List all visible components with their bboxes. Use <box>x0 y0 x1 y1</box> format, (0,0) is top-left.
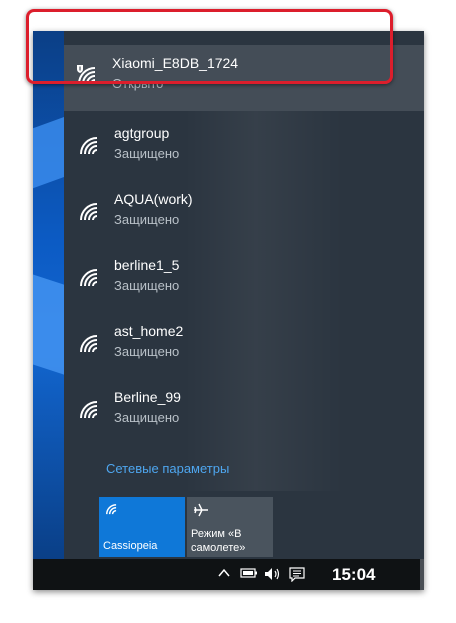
chevron-up-icon[interactable] <box>218 567 230 579</box>
network-name: berline1_5 <box>114 257 180 273</box>
network-name: Berline_99 <box>114 389 181 405</box>
taskbar: 15:04 <box>33 559 424 590</box>
wifi-icon <box>80 401 98 419</box>
network-item-berline1[interactable]: berline1_5 Защищено <box>64 247 424 313</box>
network-item-aqua[interactable]: AQUA(work) Защищено <box>64 181 424 247</box>
network-status: Защищено <box>114 146 180 161</box>
network-name: AQUA(work) <box>114 191 193 207</box>
action-center-icon[interactable] <box>289 567 305 582</box>
battery-icon[interactable] <box>240 567 258 579</box>
wifi-tile-label: Cassiopeia <box>103 540 158 552</box>
network-status: Защищено <box>114 410 180 425</box>
network-settings-link[interactable]: Сетевые параметры <box>106 461 229 476</box>
wifi-icon <box>80 335 98 353</box>
network-item-berline-99[interactable]: Berline_99 Защищено <box>64 379 424 445</box>
airplane-tile-label: Режим «В самолете» <box>191 528 246 554</box>
taskbar-clock[interactable]: 15:04 <box>332 565 375 585</box>
screenshot-frame: Xiaomi_E8DB_1724 Открыто agtgroup Защище… <box>33 31 424 590</box>
wifi-quick-action-tile[interactable]: Cassiopeia <box>99 497 185 557</box>
network-name: ast_home2 <box>114 323 184 339</box>
show-desktop-button[interactable] <box>420 559 424 590</box>
network-name: agtgroup <box>114 125 170 141</box>
volume-icon[interactable] <box>264 567 282 581</box>
network-status: Защищено <box>114 344 180 359</box>
wifi-icon <box>80 137 98 155</box>
wifi-icon <box>106 504 117 515</box>
selection-highlight-frame <box>26 9 393 84</box>
wifi-icon <box>80 269 98 287</box>
wifi-icon <box>80 203 98 221</box>
network-item-agtgroup[interactable]: agtgroup Защищено <box>64 115 424 181</box>
network-status: Защищено <box>114 278 180 293</box>
network-item-ast-home2[interactable]: ast_home2 Защищено <box>64 313 424 379</box>
network-status: Защищено <box>114 212 180 227</box>
network-flyout: Xiaomi_E8DB_1724 Открыто agtgroup Защище… <box>64 31 424 559</box>
desktop-wallpaper <box>33 31 64 559</box>
airplane-mode-tile[interactable]: Режим «В самолете» <box>187 497 273 557</box>
airplane-icon <box>194 503 208 517</box>
